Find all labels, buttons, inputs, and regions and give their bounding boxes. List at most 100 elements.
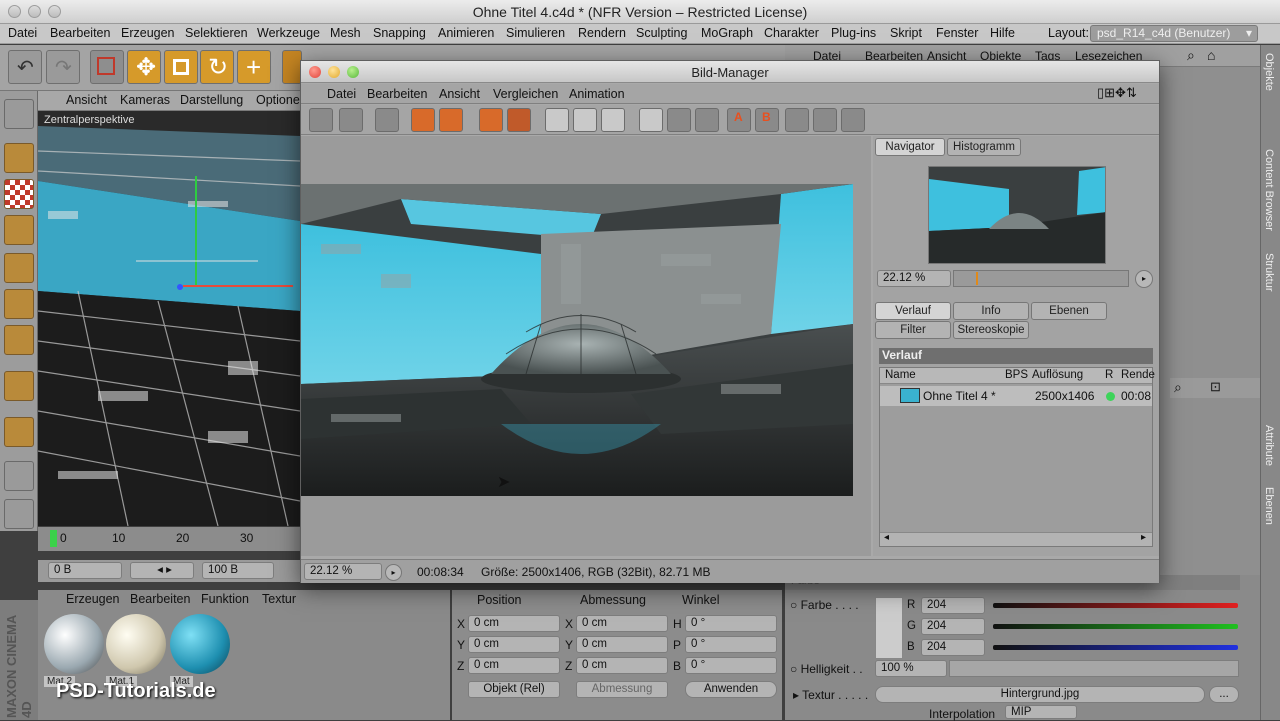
bm-menu-animation[interactable]: Animation — [569, 87, 625, 101]
mat-menu-textur[interactable]: Textur — [262, 592, 296, 606]
history-row[interactable]: Ohne Titel 4 * 2500x1406 00:08 — [880, 386, 1152, 406]
rotate-button[interactable]: ↻ — [200, 50, 234, 84]
axis-x-button[interactable] — [282, 50, 302, 84]
copy-icon[interactable] — [375, 108, 399, 132]
menu-plugins[interactable]: Plug-ins — [831, 26, 876, 40]
menu-selektieren[interactable]: Selektieren — [185, 26, 248, 40]
delete-icon[interactable] — [507, 108, 531, 132]
mat-menu-funktion[interactable]: Funktion — [201, 592, 249, 606]
stereo-icon[interactable] — [695, 108, 719, 132]
pos-y-field[interactable]: 0 cm — [468, 636, 560, 653]
navigator-zoom-field[interactable]: 22.12 % — [877, 270, 951, 287]
menu-rendern[interactable]: Rendern — [578, 26, 626, 40]
menu-mograph[interactable]: MoGraph — [701, 26, 753, 40]
tab-verlauf[interactable]: Verlauf — [875, 302, 951, 320]
polygons-mode-icon[interactable] — [4, 325, 34, 355]
material-mat[interactable] — [170, 614, 230, 674]
start-frame-field[interactable]: 0 B — [48, 562, 122, 579]
solo-icon[interactable] — [4, 499, 34, 529]
move-button[interactable]: ✥ — [127, 50, 161, 84]
tab-ebenen[interactable]: Ebenen — [1263, 487, 1275, 525]
menu-charakter[interactable]: Charakter — [764, 26, 819, 40]
render-image[interactable] — [301, 184, 853, 496]
menu-bearbeiten[interactable]: Bearbeiten — [50, 26, 110, 40]
end-frame-field[interactable]: 100 B — [202, 562, 274, 579]
g-field[interactable]: 204 — [921, 618, 985, 635]
menu-sculpting[interactable]: Sculpting — [636, 26, 687, 40]
bm-menu-bearbeiten[interactable]: Bearbeiten — [367, 87, 427, 101]
ang-p-field[interactable]: 0 ° — [685, 636, 777, 653]
status-zoom-field[interactable]: 22.12 % — [304, 563, 382, 580]
texture-mode-icon[interactable] — [4, 179, 34, 209]
search-icon[interactable]: ⌕ — [1187, 47, 1195, 64]
dim-x-field[interactable]: 0 cm — [576, 615, 668, 632]
tab-info[interactable]: Info — [953, 302, 1029, 320]
swap-icon[interactable] — [785, 108, 809, 132]
split-icon[interactable] — [841, 108, 865, 132]
menu-animieren[interactable]: Animieren — [438, 26, 494, 40]
render-region-icon[interactable] — [439, 108, 463, 132]
textur-browse-button[interactable]: ... — [1209, 686, 1239, 703]
textur-file-field[interactable]: Hintergrund.jpg — [875, 686, 1205, 703]
status-play-icon[interactable]: ▸ — [385, 564, 402, 581]
menu-hilfe[interactable]: Hilfe — [990, 26, 1015, 40]
tab-attribute[interactable]: Attribute — [1263, 425, 1275, 466]
menu-werkzeuge[interactable]: Werkzeuge — [257, 26, 320, 40]
set-a-icon[interactable]: A — [727, 108, 751, 132]
material-mat2[interactable] — [44, 614, 104, 674]
dim-z-field[interactable]: 0 cm — [576, 657, 668, 674]
viewport-menu-optionen[interactable]: Optione — [256, 93, 300, 107]
menu-skript[interactable]: Skript — [890, 26, 922, 40]
search-icon[interactable]: ⌕ — [1174, 379, 1182, 396]
col-r[interactable]: R — [1105, 369, 1113, 381]
recent-tool-button[interactable]: + — [237, 50, 271, 84]
set-b-icon[interactable]: B — [755, 108, 779, 132]
r-field[interactable]: 204 — [921, 597, 985, 614]
helligkeit-slider[interactable] — [949, 660, 1239, 677]
tab-filter[interactable]: Filter — [875, 321, 951, 339]
axis-mode-icon[interactable] — [4, 371, 34, 401]
redo-button[interactable]: ↷ — [46, 50, 80, 84]
scroll-right-icon[interactable]: ▸ — [1141, 532, 1146, 543]
save-icon[interactable] — [339, 108, 363, 132]
scroll-left-icon[interactable]: ◂ — [884, 532, 889, 543]
tab-objekte[interactable]: Objekte — [1263, 53, 1275, 91]
layout-select[interactable]: psd_R14_c4d (Benutzer) ▾ — [1090, 25, 1258, 42]
interpolation-select[interactable]: MIP — [1005, 705, 1077, 719]
tab-navigator[interactable]: Navigator — [875, 138, 945, 156]
magnet-icon[interactable] — [4, 417, 34, 447]
pos-x-field[interactable]: 0 cm — [468, 615, 560, 632]
render-view-icon[interactable] — [411, 108, 435, 132]
tab-content-browser[interactable]: Content Browser — [1263, 149, 1275, 231]
layout-panel-icon[interactable]: ▯⊞✥⇅ — [1097, 85, 1137, 101]
col-bps[interactable]: BPS — [1005, 369, 1028, 381]
mat-menu-erzeugen[interactable]: Erzeugen — [66, 592, 120, 606]
navigator-zoom-slider[interactable] — [953, 270, 1129, 287]
viewport-menu-ansicht[interactable]: Ansicht — [66, 93, 107, 107]
col-render[interactable]: Rende — [1121, 369, 1155, 381]
compare-a-icon[interactable] — [545, 108, 569, 132]
zoom-slider-handle[interactable] — [976, 272, 978, 285]
coord-size-mode-select[interactable]: Abmessung — [576, 681, 668, 698]
undo-button[interactable]: ↶ — [8, 50, 42, 84]
export-icon[interactable] — [479, 108, 503, 132]
edges-mode-icon[interactable] — [4, 289, 34, 319]
model-mode-icon[interactable] — [4, 143, 34, 173]
helligkeit-field[interactable]: 100 % — [875, 660, 947, 677]
material-mat1[interactable] — [106, 614, 166, 674]
workplane-icon[interactable] — [4, 215, 34, 245]
viewport-3d[interactable]: Zentralperspektive — [38, 111, 300, 526]
timeline-playhead[interactable] — [50, 530, 57, 547]
tab-histogramm[interactable]: Histogramm — [947, 138, 1021, 156]
filter-icon[interactable] — [667, 108, 691, 132]
compare-ab-icon[interactable] — [601, 108, 625, 132]
menu-snapping[interactable]: Snapping — [373, 26, 426, 40]
scale-button[interactable] — [164, 50, 198, 84]
diff-icon[interactable] — [813, 108, 837, 132]
color-swatch[interactable] — [875, 597, 903, 659]
g-slider[interactable] — [993, 624, 1238, 629]
navigator-thumbnail[interactable] — [928, 166, 1106, 264]
snap-icon[interactable] — [4, 461, 34, 491]
points-mode-icon[interactable] — [4, 253, 34, 283]
dim-y-field[interactable]: 0 cm — [576, 636, 668, 653]
